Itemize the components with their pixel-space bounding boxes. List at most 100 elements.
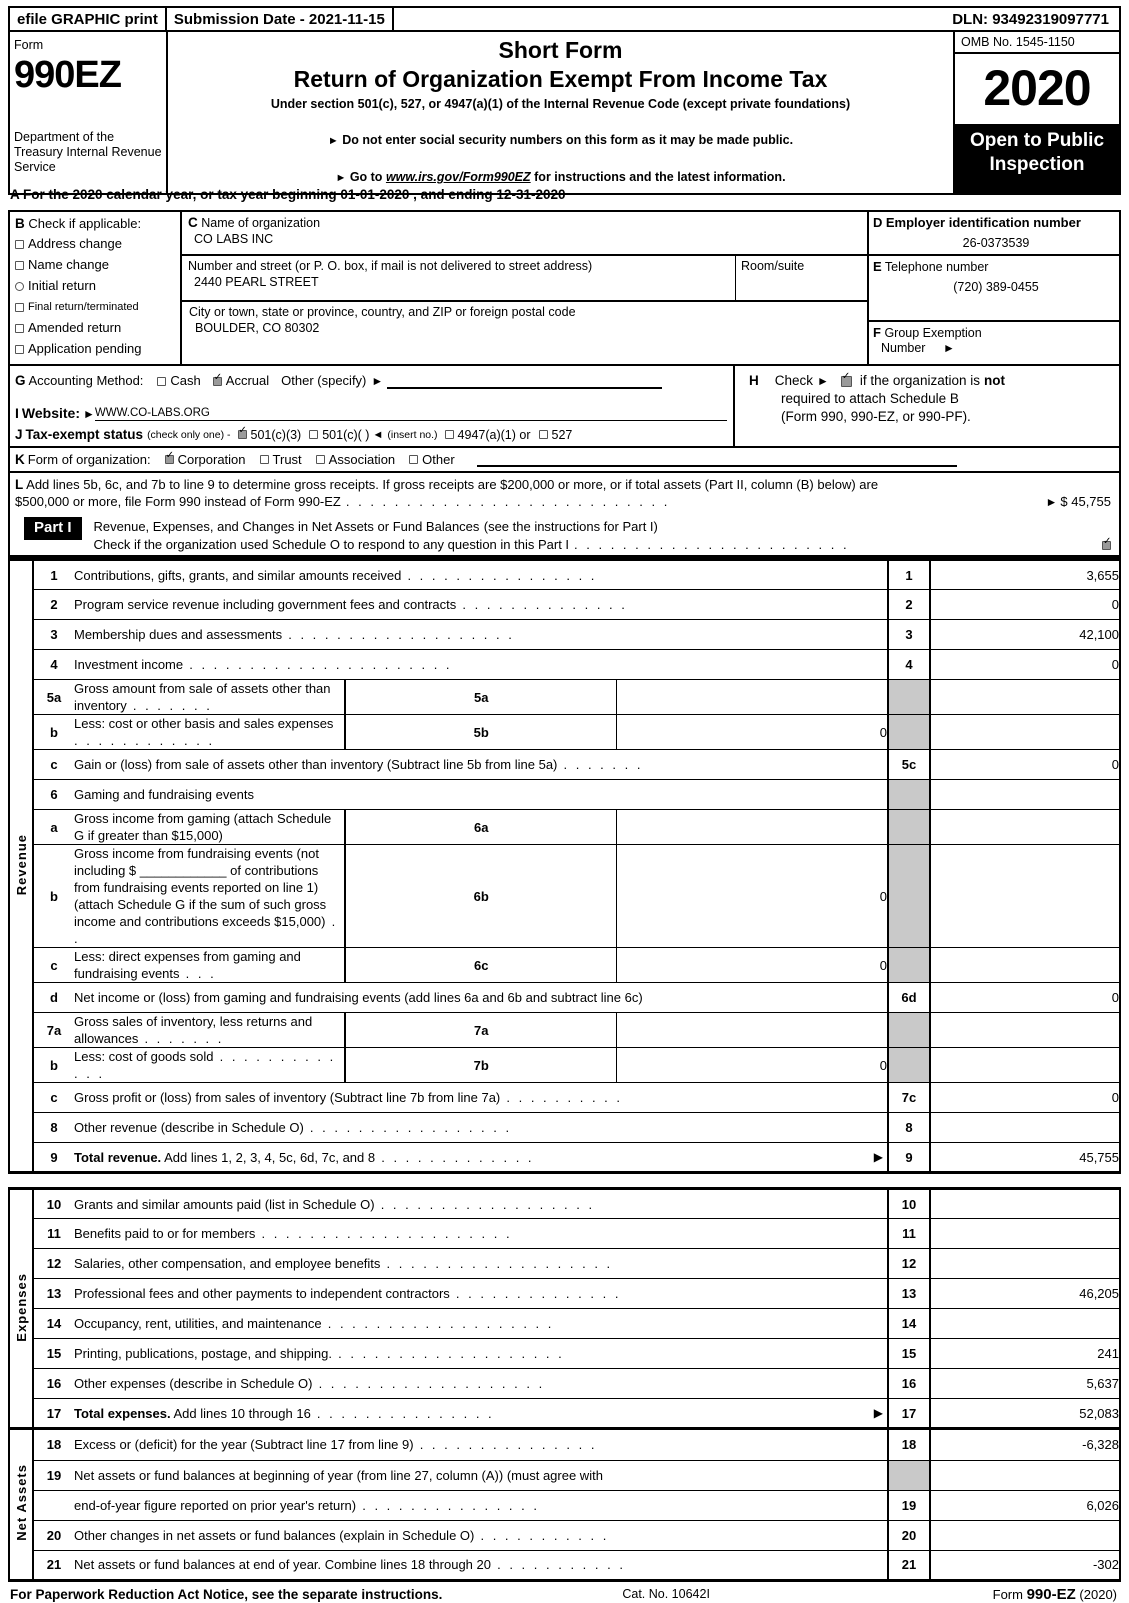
main-line-amount[interactable] [930, 1188, 1121, 1219]
sub-line-amount[interactable] [616, 809, 888, 845]
checkbox-icon[interactable] [15, 344, 24, 354]
main-line-amount[interactable]: 42,100 [930, 619, 1121, 650]
main-line-number: 13 [887, 1278, 931, 1309]
schedule-o-checkbox[interactable] [1102, 537, 1111, 550]
checkbox-checked-icon[interactable] [840, 372, 852, 387]
main-line-number: 4 [887, 649, 931, 680]
main-line-amount[interactable] [930, 947, 1121, 983]
sub-line-amount[interactable] [616, 1012, 888, 1048]
triangle-right-icon: ► [817, 374, 829, 388]
main-line-amount[interactable] [930, 1218, 1121, 1249]
form-masthead: Form 990EZ Department of the Treasury In… [8, 32, 1121, 195]
line-number: d [33, 982, 74, 1013]
main-line-amount[interactable] [930, 1248, 1121, 1279]
tax-exempt-status-row: J Tax-exempt status (check only one) - 5… [15, 426, 727, 444]
website-value[interactable]: WWW.CO-LABS.ORG [94, 407, 727, 421]
checkbox-checked-icon[interactable] [237, 426, 247, 439]
main-line-amount[interactable] [930, 779, 1121, 810]
table-row: 5a Gross amount from sale of assets other… [9, 679, 1121, 715]
checkbox-label: Initial return [28, 278, 96, 293]
main-line-amount[interactable]: 46,205 [930, 1278, 1121, 1309]
main-line-amount[interactable]: 3,655 [930, 559, 1121, 590]
checkbox-icon[interactable] [15, 323, 24, 333]
checkbox-accrual[interactable]: Accrual [212, 372, 269, 390]
checkbox-icon[interactable] [15, 260, 24, 270]
table-row: c Less: direct expenses from gaming and f… [9, 947, 1121, 983]
main-line-amount[interactable]: -6,328 [930, 1430, 1121, 1461]
checkbox-icon[interactable] [409, 455, 419, 464]
checkbox-501c3[interactable]: 501(c)(3) [237, 426, 301, 442]
main-line-amount[interactable]: 0 [930, 1082, 1121, 1113]
main-line-amount[interactable] [930, 809, 1121, 845]
checkbox-association[interactable]: Association [315, 452, 395, 467]
checkbox-application-pending[interactable]: Application pending [15, 339, 176, 359]
line-number: 5a [33, 679, 74, 715]
schedule-b-line3: (Form 990, 990-EZ, or 990-PF). [781, 409, 971, 424]
leader-dots: . . . . . . . . . . . . . . . [413, 1437, 597, 1453]
irs-form990ez-link[interactable]: www.irs.gov/Form990EZ [386, 170, 531, 184]
main-line-amount[interactable] [930, 1460, 1121, 1491]
main-line-amount[interactable] [930, 1047, 1121, 1083]
section-d-letter: D [873, 215, 883, 230]
checkbox-amended-return[interactable]: Amended return [15, 318, 176, 338]
checkbox-name-change[interactable]: Name change [15, 255, 176, 275]
accounting-other-input[interactable] [387, 374, 663, 389]
main-line-amount[interactable]: 0 [930, 589, 1121, 620]
checkbox-icon[interactable] [157, 376, 167, 386]
leader-dots: . . . . . . . . . . . . . . . . . . . . … [255, 1226, 513, 1241]
sub-line-amount[interactable]: 0 [616, 1047, 888, 1083]
main-line-amount[interactable]: 0 [930, 649, 1121, 680]
checkbox-cash[interactable]: Cash [157, 372, 201, 390]
checkbox-trust[interactable]: Trust [259, 452, 302, 467]
main-line-amount[interactable]: 6,026 [930, 1490, 1121, 1521]
checkbox-501c-other[interactable]: 501(c)( ) [309, 428, 369, 442]
line-description: Gross profit or (loss) from sales of inv… [74, 1082, 888, 1113]
checkbox-initial-return[interactable]: Initial return [15, 276, 176, 296]
sub-line-amount[interactable] [616, 679, 888, 715]
form-of-org-other-input[interactable] [476, 452, 957, 467]
room-suite-label: Room/suite [741, 259, 805, 273]
main-line-amount[interactable]: 45,755 [930, 1142, 1121, 1173]
sub-line-amount[interactable]: 0 [616, 844, 888, 948]
checkbox-icon[interactable] [538, 430, 548, 439]
checkbox-other-org[interactable]: Other [409, 452, 455, 467]
footer-form-label: Form [992, 1586, 1023, 1602]
main-line-amount[interactable]: 241 [930, 1338, 1121, 1369]
sub-line-amount[interactable]: 0 [616, 714, 888, 750]
main-line-amount[interactable]: -302 [930, 1550, 1121, 1581]
checkbox-icon[interactable] [444, 430, 454, 439]
main-line-number: 21 [887, 1550, 931, 1581]
main-line-amount[interactable]: 52,083 [930, 1398, 1121, 1429]
checkbox-icon[interactable] [15, 302, 24, 312]
main-line-amount[interactable] [930, 714, 1121, 750]
main-line-amount[interactable] [930, 1012, 1121, 1048]
checkbox-icon[interactable] [309, 430, 319, 439]
line-number: 8 [33, 1112, 74, 1143]
main-line-amount[interactable] [930, 1112, 1121, 1143]
checkbox-final-return[interactable]: Final return/terminated [15, 297, 176, 317]
main-line-amount[interactable] [930, 844, 1121, 948]
sub-line-number: 7a [344, 1012, 618, 1048]
checkbox-checked-icon[interactable] [164, 451, 174, 464]
form-subtitle: Under section 501(c), 527, or 4947(a)(1)… [270, 97, 851, 111]
main-line-amount[interactable]: 0 [930, 749, 1121, 780]
checkbox-4947a1[interactable]: 4947(a)(1) or [444, 428, 531, 442]
checkbox-icon[interactable] [315, 455, 325, 464]
main-line-number [887, 714, 931, 750]
main-line-amount[interactable] [930, 1308, 1121, 1339]
form-title-short: Short Form [498, 37, 623, 63]
main-line-amount[interactable]: 5,637 [930, 1368, 1121, 1399]
checkbox-corporation[interactable]: Corporation [164, 451, 246, 467]
main-line-amount[interactable] [930, 679, 1121, 715]
section-c-letter: C [188, 215, 198, 230]
checkbox-checked-icon[interactable] [212, 373, 222, 386]
sub-line-amount[interactable]: 0 [616, 947, 888, 983]
checkbox-icon[interactable] [259, 455, 269, 464]
main-line-amount[interactable]: 0 [930, 982, 1121, 1013]
checkbox-address-change[interactable]: Address change [15, 234, 176, 254]
checkbox-icon[interactable] [15, 239, 24, 249]
checkbox-527[interactable]: 527 [538, 428, 572, 442]
line-description: Net assets or fund balances at beginning… [74, 1460, 888, 1491]
checkbox-icon[interactable] [15, 281, 24, 291]
sub-line-number: 7b [344, 1047, 618, 1083]
